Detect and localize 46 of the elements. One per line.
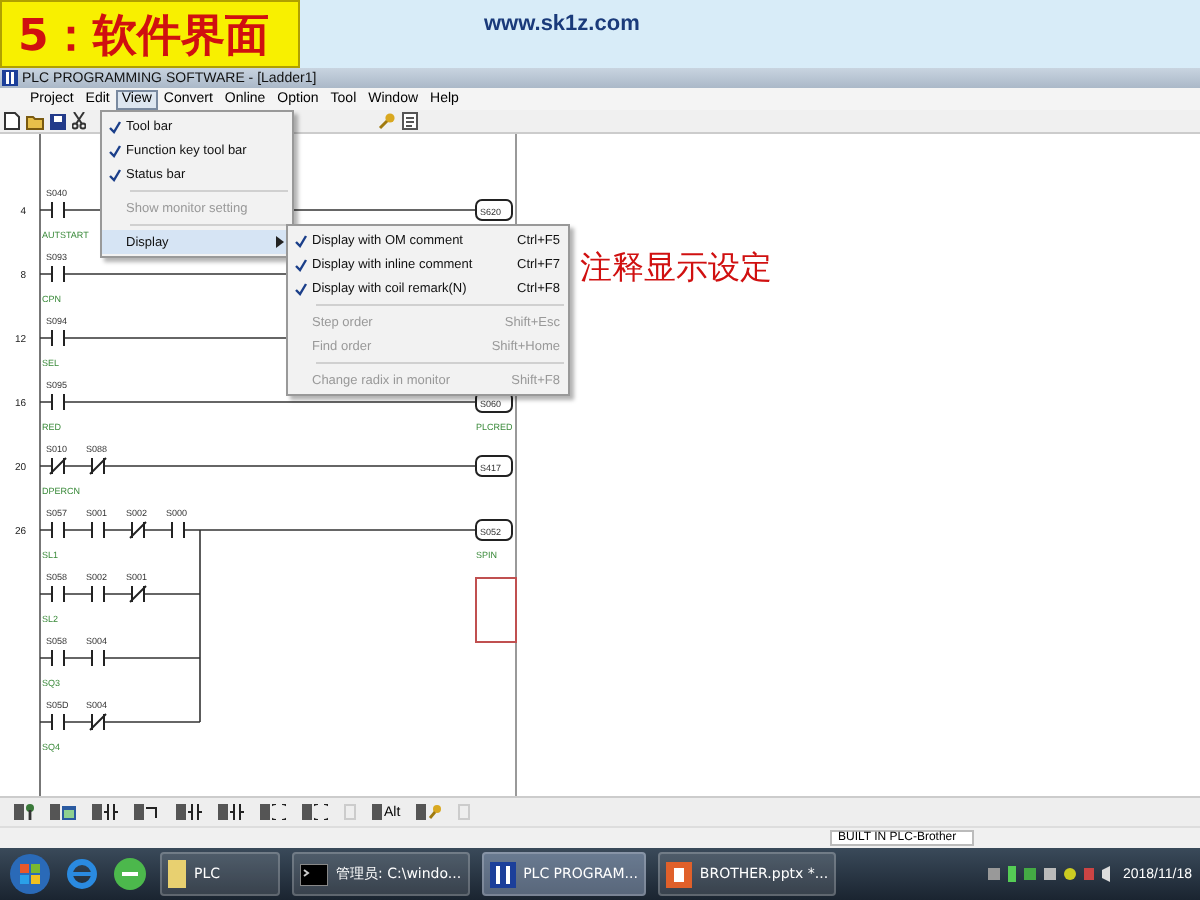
scissors-icon[interactable] — [72, 112, 86, 131]
save-icon[interactable] — [50, 113, 66, 130]
cursor-box — [475, 577, 517, 644]
document-icon[interactable] — [402, 112, 418, 131]
function-key-button[interactable] — [48, 802, 78, 823]
contact-icon — [230, 804, 244, 821]
coil-symbol[interactable] — [475, 519, 513, 542]
annotation-text: 注释显示设定 — [580, 248, 772, 291]
contact-icon — [188, 804, 202, 821]
closed-contact-symbol[interactable] — [129, 521, 147, 540]
function-key-button[interactable] — [258, 802, 288, 823]
function-key-button[interactable] — [414, 802, 445, 823]
key-icon — [428, 804, 443, 821]
tray-icon[interactable] — [988, 868, 1001, 881]
closed-contact-symbol[interactable] — [89, 457, 107, 476]
closed-contact-symbol[interactable] — [129, 585, 147, 604]
speaker-icon[interactable] — [1102, 866, 1111, 883]
coil-icon — [314, 804, 328, 821]
window-icon — [62, 805, 76, 820]
key-icon[interactable] — [378, 112, 396, 131]
closed-contact-symbol[interactable] — [89, 713, 107, 732]
contact-icon — [104, 804, 118, 821]
slide-title: 5：软件界面 — [0, 0, 300, 68]
coil-icon — [272, 804, 286, 821]
console-icon — [300, 863, 328, 886]
coil-symbol[interactable] — [475, 199, 513, 222]
function-key-button[interactable] — [174, 802, 204, 823]
start-button[interactable] — [8, 852, 52, 897]
function-key-button[interactable] — [12, 802, 36, 823]
function-key-button[interactable] — [300, 802, 330, 823]
new-file-icon[interactable] — [4, 112, 20, 131]
function-key-button[interactable] — [132, 802, 162, 823]
site-url: www.sk1z.com — [484, 12, 640, 36]
blank-key-icon — [344, 804, 356, 821]
browser-icon[interactable] — [64, 856, 100, 893]
wire-icon — [146, 804, 160, 821]
function-key-button[interactable] — [216, 802, 246, 823]
coil-symbol[interactable] — [475, 455, 513, 478]
app-icon — [489, 861, 516, 888]
closed-contact-symbol[interactable] — [49, 457, 67, 476]
folder-icon — [168, 860, 186, 889]
slides-icon — [665, 861, 692, 888]
blank-key-icon — [458, 804, 471, 821]
pin-icon — [26, 804, 34, 821]
battery-icon[interactable] — [1008, 866, 1017, 883]
function-key-button[interactable] — [90, 802, 120, 823]
